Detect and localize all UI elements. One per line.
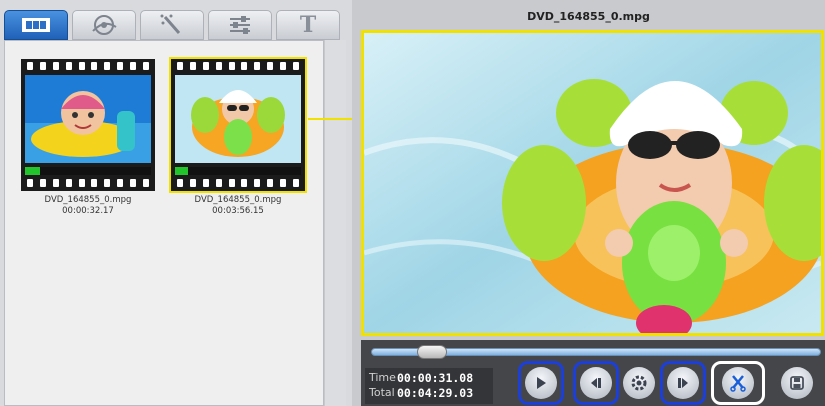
seek-handle[interactable] <box>417 345 447 359</box>
play-button[interactable] <box>525 367 557 399</box>
clip-name: DVD_164855_0.mpg <box>44 195 132 205</box>
clip-progress-bar <box>175 167 301 175</box>
preview-panel: DVD_164855_0.mpg Time 00:00:31.08 Total … <box>352 0 825 406</box>
clip-thumbnail-image <box>175 75 301 163</box>
video-frame-image <box>364 33 821 333</box>
save-button[interactable] <box>781 367 813 399</box>
clip-progress-fill <box>175 167 188 175</box>
tab-magic[interactable] <box>140 10 204 40</box>
save-icon <box>790 376 804 390</box>
step-forward-icon <box>678 378 688 388</box>
clip-list: DVD_164855_0.mpg 00:00:32.17 DVD_164855_… <box>4 40 324 406</box>
tab-clips[interactable] <box>4 10 68 40</box>
clip-progress-fill <box>25 167 41 175</box>
clip-duration: 00:00:32.17 <box>62 206 114 216</box>
play-icon <box>537 377 546 389</box>
filmstrip-icon <box>22 18 50 32</box>
tab-bar: T <box>4 6 348 40</box>
current-time: 00:00:31.08 <box>397 371 474 385</box>
settings-button[interactable] <box>623 367 655 399</box>
clip-progress-bar <box>25 167 151 175</box>
playback-controls: Time 00:00:31.08 Total 00:04:29.03 <box>361 340 825 406</box>
time-display: Time 00:00:31.08 Total 00:04:29.03 <box>365 368 493 404</box>
gear-icon <box>631 375 647 391</box>
tab-text[interactable]: T <box>276 10 340 40</box>
clip-panel: T DVD_164855_0.mpg 00:00:32.17 DVD_16485… <box>0 0 352 406</box>
video-title: DVD_164855_0.mpg <box>527 10 650 23</box>
total-label: Total <box>369 386 395 399</box>
tab-effects[interactable] <box>72 10 136 40</box>
sliders-icon <box>230 16 250 34</box>
next-frame-button[interactable] <box>667 367 699 399</box>
clip-name: DVD_164855_0.mpg <box>194 195 282 205</box>
filmstrip-frame <box>169 57 307 193</box>
video-preview[interactable] <box>361 30 824 336</box>
clip-thumbnail[interactable]: DVD_164855_0.mpg 00:00:32.17 <box>21 59 155 216</box>
scissors-icon <box>730 375 746 392</box>
film-reel-icon <box>92 15 117 35</box>
text-icon: T <box>299 12 317 38</box>
clip-thumbnail-image <box>25 75 151 163</box>
time-label: Time <box>369 371 396 384</box>
step-back-icon <box>591 378 601 388</box>
tab-adjust[interactable] <box>208 10 272 40</box>
total-time: 00:04:29.03 <box>397 386 474 400</box>
clip-thumbnail[interactable]: DVD_164855_0.mpg 00:03:56.15 <box>169 57 307 216</box>
magic-wand-icon <box>160 14 181 34</box>
previous-frame-button[interactable] <box>580 367 612 399</box>
clip-list-scrollbar[interactable] <box>324 40 346 406</box>
clip-duration: 00:03:56.15 <box>212 206 264 216</box>
cut-button[interactable] <box>722 367 754 399</box>
filmstrip-frame <box>21 59 155 191</box>
